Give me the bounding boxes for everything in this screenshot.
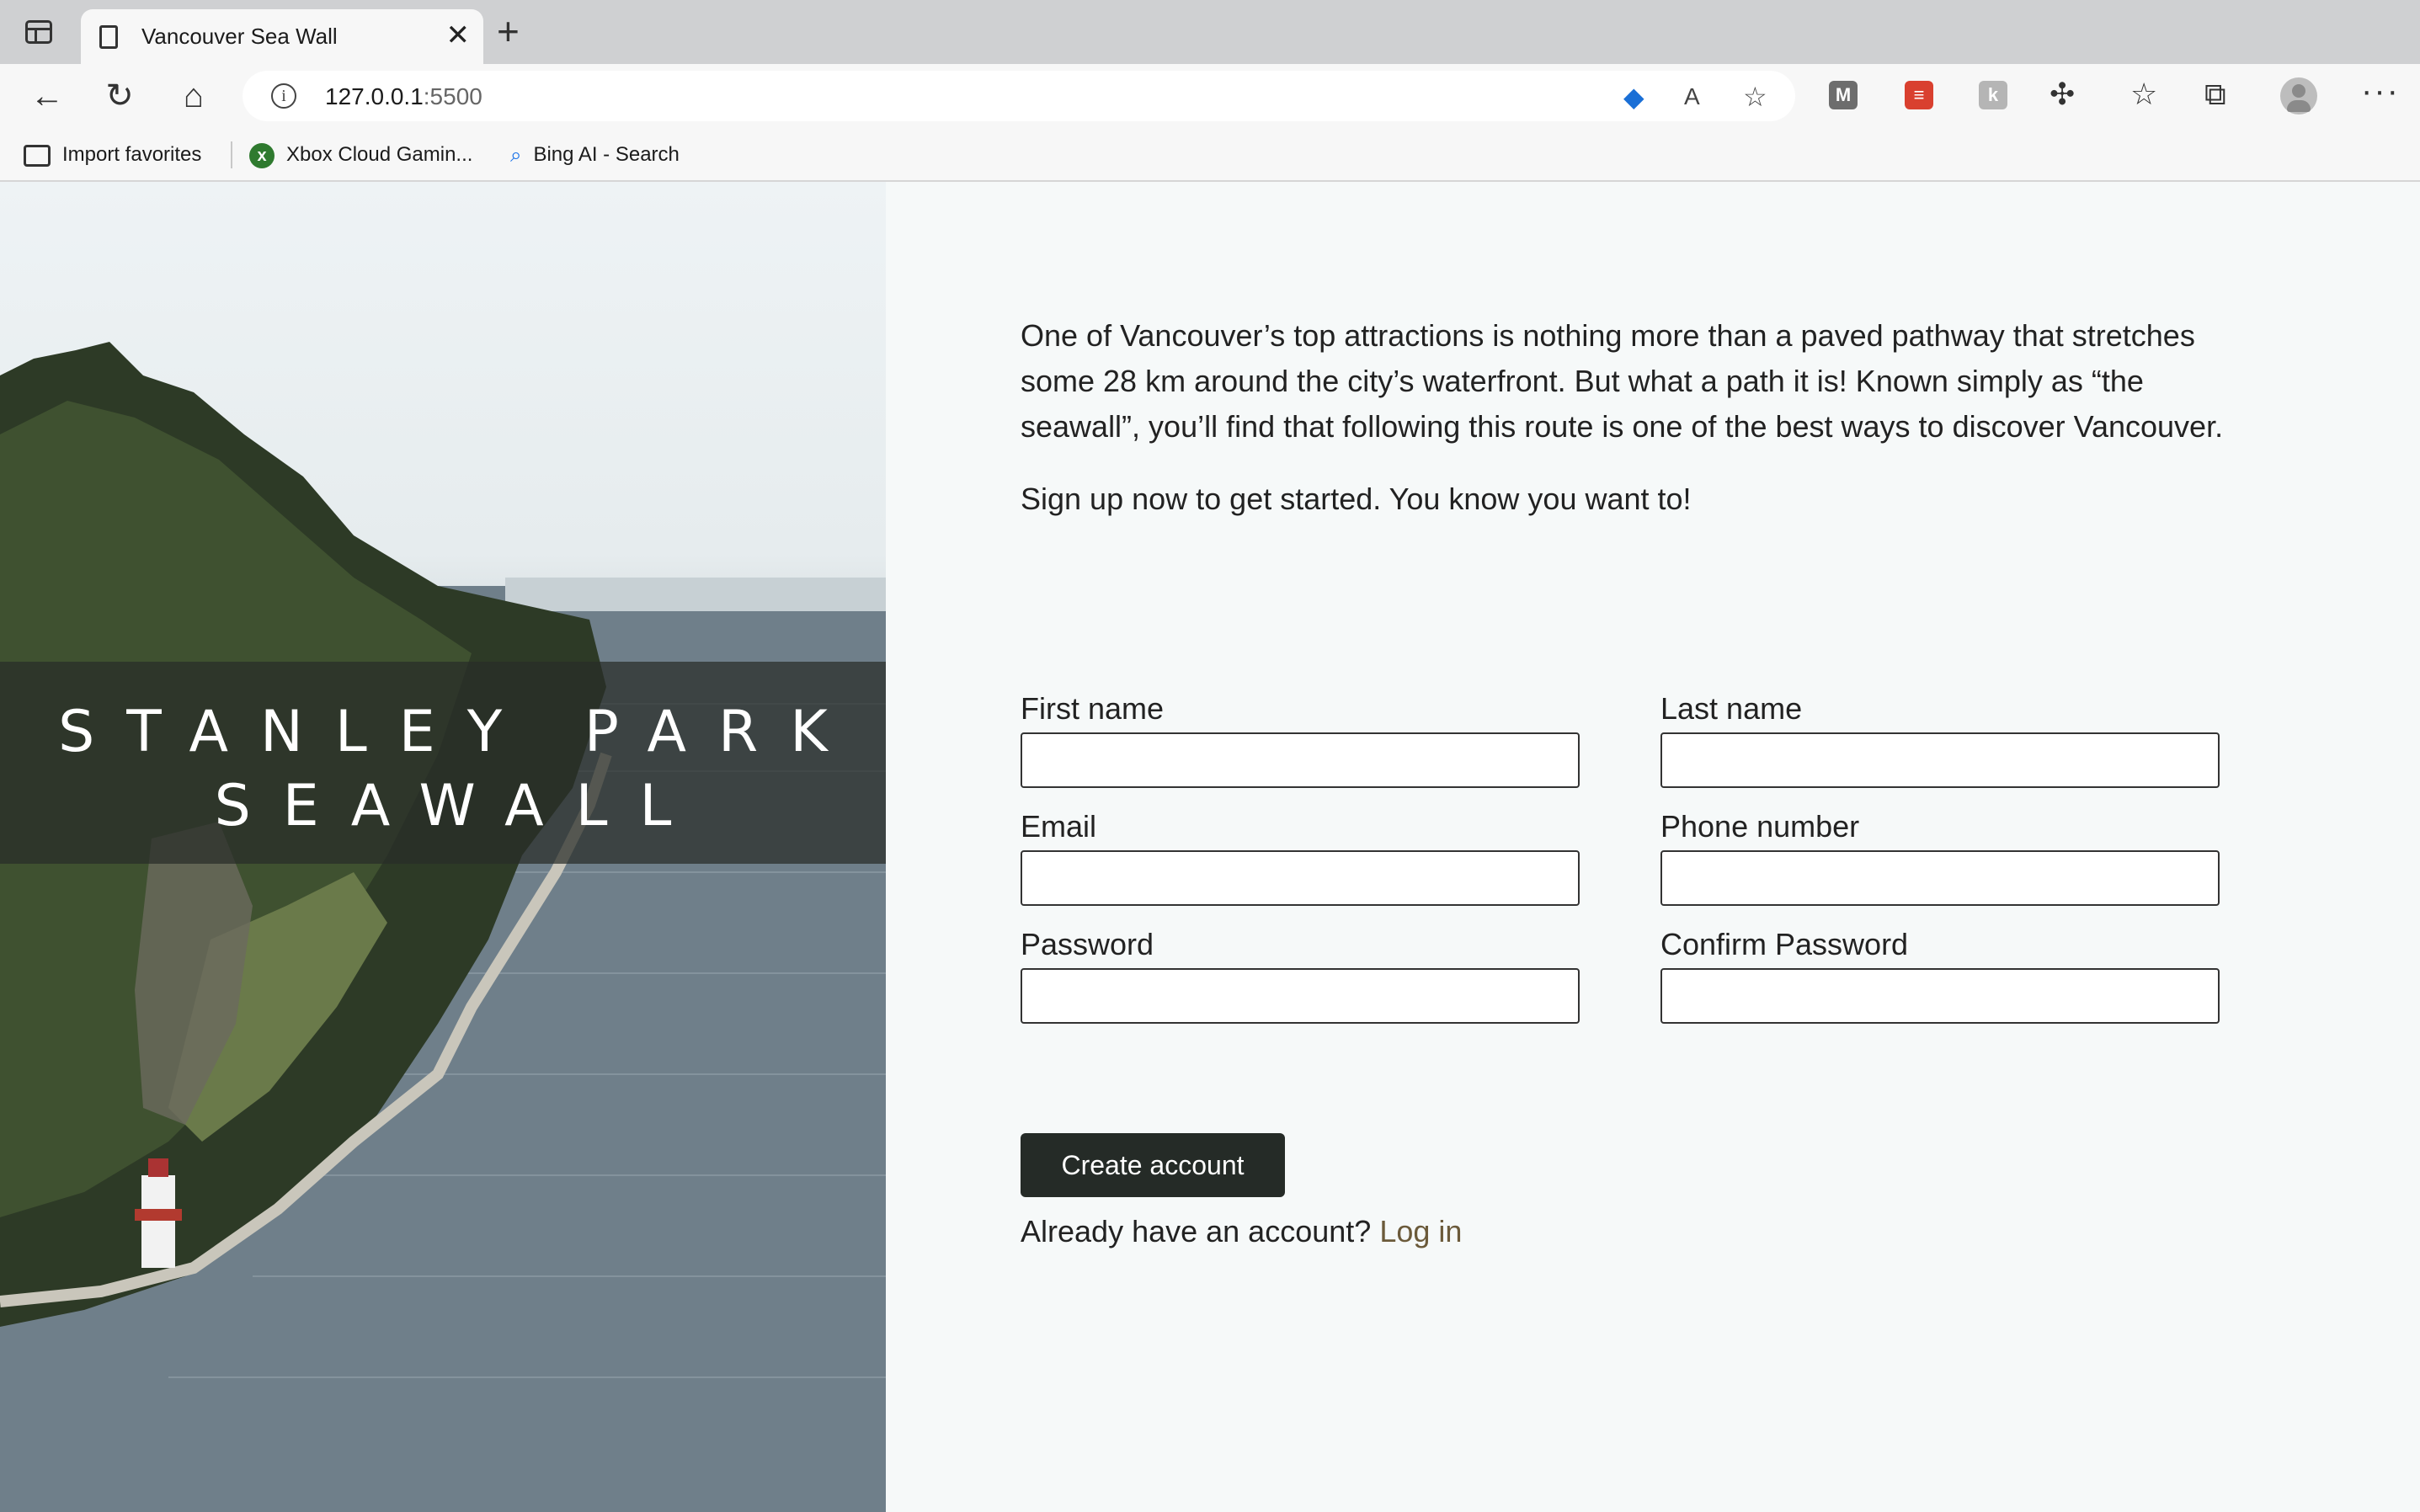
site-info-icon[interactable]: i <box>271 83 296 109</box>
confirm-password-input[interactable] <box>1660 968 2220 1024</box>
read-aloud-icon[interactable]: A <box>1684 83 1700 110</box>
hero-title-band: STANLEY PARK SEAWALL <box>0 662 886 864</box>
intro-paragraph: One of Vancouver’s top attractions is no… <box>1021 318 2224 444</box>
hero-title: STANLEY PARK SEAWALL <box>0 695 886 844</box>
import-folder-icon <box>24 144 51 167</box>
tab-close-icon[interactable]: ✕ <box>446 19 471 51</box>
refresh-icon[interactable]: ↻ <box>99 76 140 116</box>
favorites-bar: Import favorites x Xbox Cloud Gamin... ⌕ B… <box>0 128 2420 182</box>
password-label: Password <box>1021 927 1154 961</box>
hero-image: STANLEY PARK SEAWALL <box>0 182 886 1512</box>
bing-search-icon: ⌕ <box>510 143 522 167</box>
hero-title-line2: SEAWALL <box>214 773 704 839</box>
favorites-separator <box>231 141 232 168</box>
phone-number-label: Phone number <box>1660 809 1860 844</box>
xbox-icon: x <box>249 142 275 168</box>
extensions-puzzle-icon[interactable]: ✣ <box>2050 77 2075 111</box>
last-name-label: Last name <box>1660 691 1803 726</box>
home-icon[interactable]: ⌂ <box>173 76 214 116</box>
login-prompt-text: Already have an account? <box>1021 1214 1372 1248</box>
signup-cta-text: Sign up now to get started. You know you… <box>1021 482 1692 516</box>
gmail-extension-icon[interactable]: M <box>1829 81 1858 109</box>
hero-title-line1: STANLEY PARK <box>58 699 860 765</box>
email-input[interactable] <box>1021 850 1580 906</box>
email-label: Email <box>1021 809 1097 844</box>
favorite-xbox[interactable]: x Xbox Cloud Gamin... <box>249 141 472 168</box>
first-name-input[interactable] <box>1021 732 1580 788</box>
tab-active[interactable]: Vancouver Sea Wall ✕ <box>81 9 483 64</box>
favorites-icon[interactable]: ☆ <box>2130 77 2157 111</box>
favorite-bing[interactable]: ⌕ Bing AI - Search <box>510 141 680 168</box>
login-prompt-row: Already have an account? Log in <box>1021 1209 1462 1254</box>
phone-number-input[interactable] <box>1660 850 2220 906</box>
password-input[interactable] <box>1021 968 1580 1024</box>
first-name-label: First name <box>1021 691 1165 726</box>
extension-k-icon[interactable]: k <box>1979 81 2007 109</box>
new-tab-icon[interactable]: + <box>497 12 520 51</box>
back-arrow-icon[interactable]: ← <box>27 76 67 116</box>
add-favorite-star-icon[interactable]: ☆ <box>1743 81 1767 113</box>
page-document-icon <box>99 25 118 49</box>
address-bar[interactable]: i 127.0.0.1:5500 ◆ A ☆ <box>243 71 1795 121</box>
todoist-extension-icon[interactable]: ≡ <box>1905 81 1933 109</box>
favorite-import[interactable]: Import favorites <box>24 141 201 168</box>
shopping-tag-icon[interactable]: ◆ <box>1623 81 1644 113</box>
browser-toolbar: ← ↻ ⌂ i 127.0.0.1:5500 ◆ A ☆ M ≡ k ✣ ☆ ⧉… <box>0 64 2420 128</box>
confirm-password-label: Confirm Password <box>1660 927 1909 961</box>
url-text[interactable]: 127.0.0.1:5500 <box>325 83 482 110</box>
profile-avatar-icon[interactable] <box>2280 77 2317 114</box>
tab-strip: Vancouver Sea Wall ✕ + <box>0 0 2420 64</box>
tab-title: Vancouver Sea Wall <box>141 24 338 49</box>
create-account-button[interactable]: Create account <box>1021 1133 1285 1197</box>
more-menu-icon[interactable]: ··· <box>2361 72 2400 110</box>
sidebar-toggle-icon[interactable] <box>25 20 52 44</box>
last-name-input[interactable] <box>1660 732 2220 788</box>
page-body: STANLEY PARK SEAWALL One of Vancouver’s … <box>0 182 2420 1512</box>
login-link[interactable]: Log in <box>1379 1214 1462 1248</box>
collections-icon[interactable]: ⧉ <box>2204 77 2226 111</box>
